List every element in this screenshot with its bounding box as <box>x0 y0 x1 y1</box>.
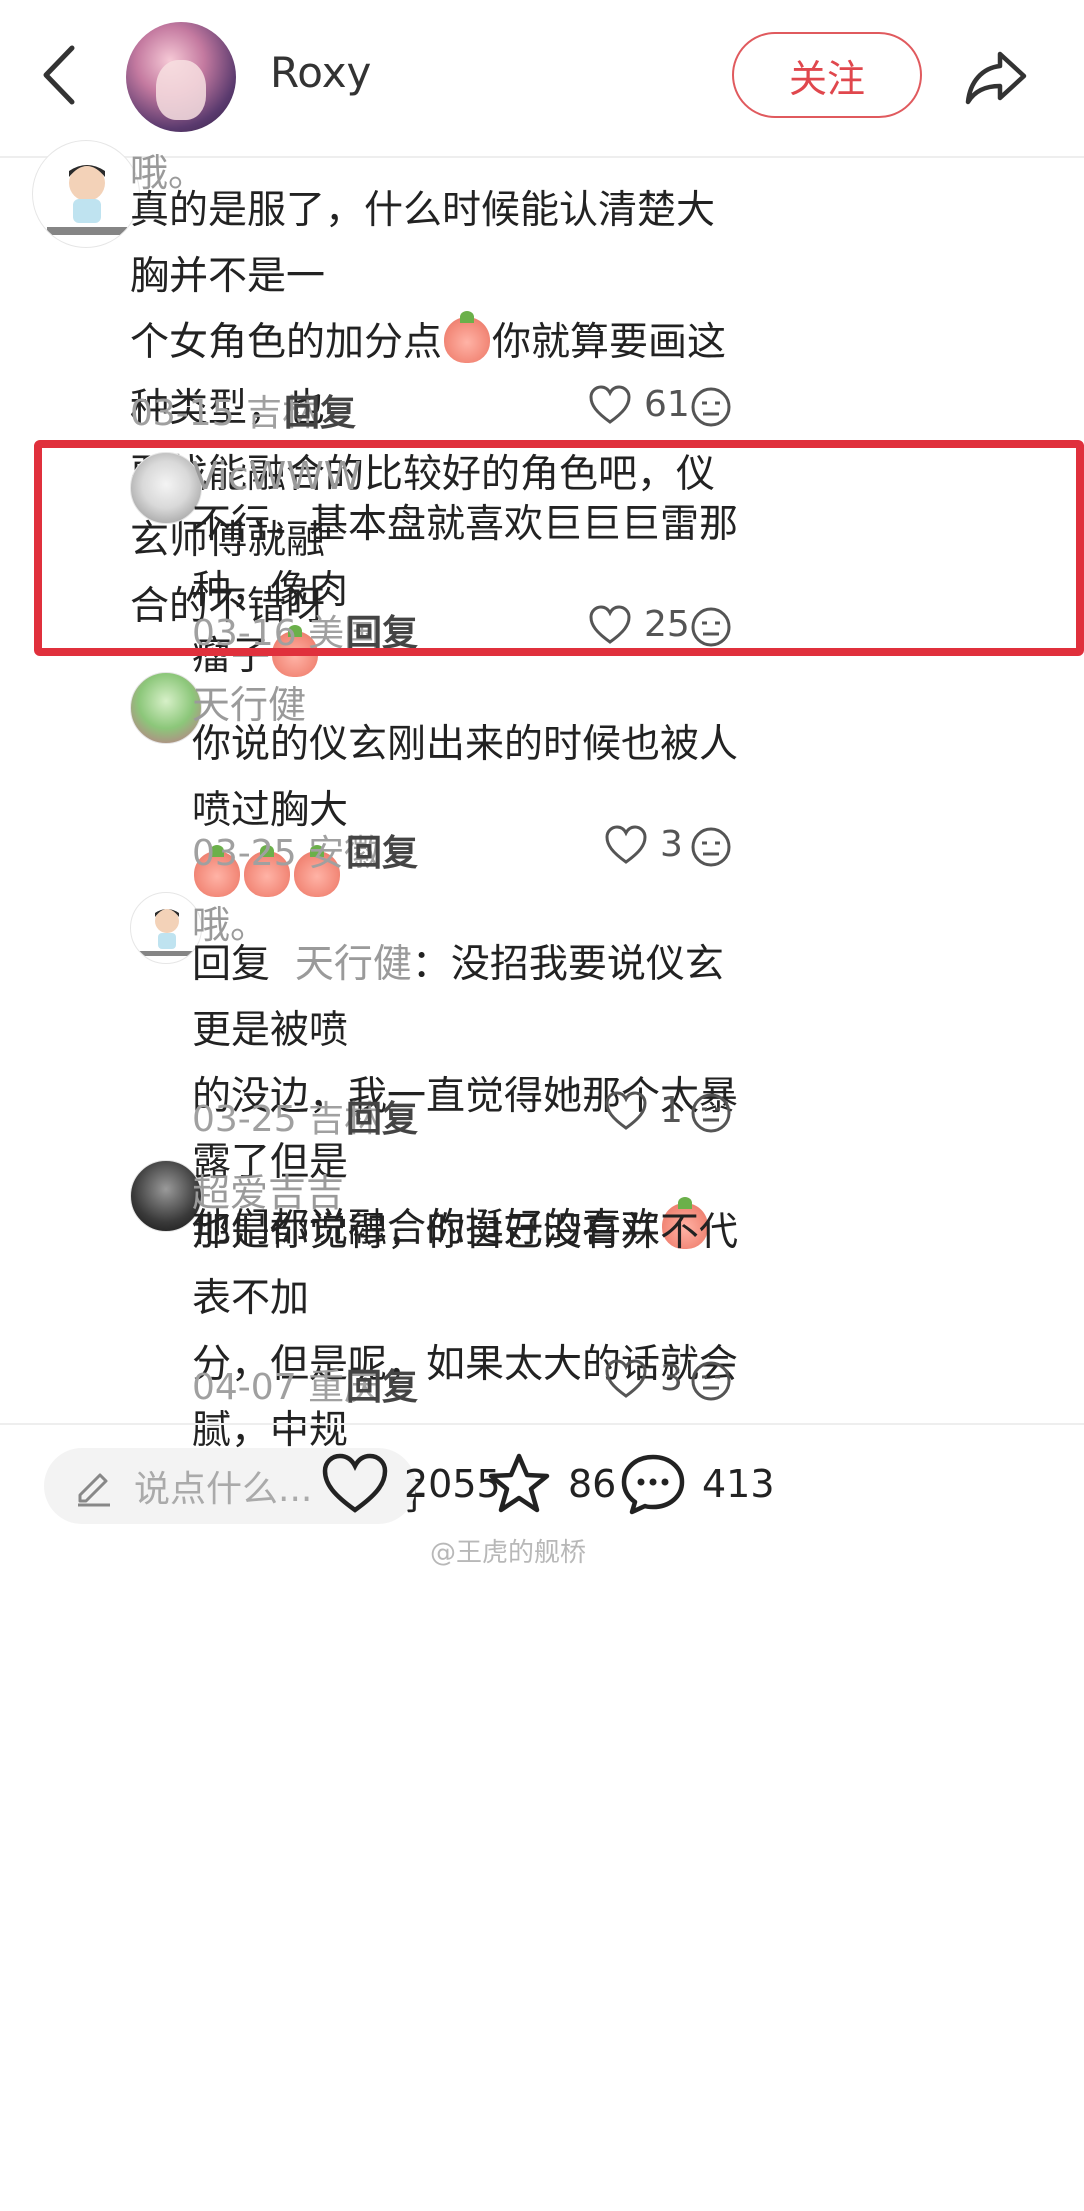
like-button[interactable]: 25 <box>588 604 690 645</box>
reply-button[interactable]: 回复 <box>346 1090 418 1142</box>
reply-button[interactable]: 回复 <box>346 1358 418 1410</box>
like-button[interactable]: 3 <box>604 824 683 865</box>
comment-line: 真的是服了，什么时候能认清楚大胸并不是一 <box>130 188 716 299</box>
comment-line-text: ：没招我要说仪玄更是被喷 <box>192 942 724 1053</box>
author-name[interactable]: Roxy <box>270 48 371 97</box>
heart-icon <box>589 604 631 644</box>
date-text: 03-25 <box>192 1099 297 1140</box>
like-count: 25 <box>644 604 690 645</box>
like-count: 61 <box>644 384 690 425</box>
like-button[interactable]: 3 <box>604 1358 683 1399</box>
comment-bubble-icon <box>621 1454 685 1515</box>
share-icon[interactable] <box>960 40 1032 112</box>
date-text: 03-15 <box>130 393 235 434</box>
follow-button[interactable]: 关注 <box>732 32 922 118</box>
heart-icon <box>605 1090 647 1130</box>
like-post-button[interactable]: 2055 <box>320 1452 501 1516</box>
date-text: 03-16 <box>192 613 297 654</box>
like-count: 1 <box>660 1090 683 1131</box>
heart-icon <box>322 1453 388 1513</box>
bottom-divider <box>0 1423 1084 1425</box>
date-text: 03-25 <box>192 833 297 874</box>
peach-emoji-icon <box>444 311 491 363</box>
top-bar: Roxy 关注 <box>0 0 1084 158</box>
reply-button[interactable]: 回复 <box>284 384 356 436</box>
comment-line-text: 个女角色的加分点 <box>130 320 443 365</box>
favorite-button[interactable]: 86 <box>484 1452 616 1516</box>
heart-icon <box>605 1358 647 1398</box>
comment-count: 413 <box>702 1462 775 1506</box>
comments-button[interactable]: 413 <box>618 1452 775 1516</box>
date-text: 04-07 <box>192 1367 297 1408</box>
comment-line: 回复 天行健：没招我要说仪玄更是被喷 <box>192 932 752 1064</box>
reply-prefix: 回复 <box>192 942 271 987</box>
watermark: @王虎的舰桥 <box>430 1538 587 1568</box>
reply-button[interactable]: 回复 <box>346 824 418 876</box>
heart-icon <box>589 384 631 424</box>
author-avatar[interactable] <box>126 22 236 132</box>
user-avatar[interactable] <box>32 140 140 248</box>
comment-text: 你说的仪玄刚出来的时候也被人喷过胸大 <box>192 712 752 910</box>
dislike-icon[interactable] <box>690 606 732 648</box>
comment-text: 不行，基本盘就喜欢巨巨巨雷那种，像肉 瘤子 <box>192 492 752 690</box>
like-button[interactable]: 61 <box>588 384 690 425</box>
reply-button[interactable]: 回复 <box>346 604 418 656</box>
heart-icon <box>605 824 647 864</box>
like-count: 3 <box>660 824 683 865</box>
back-icon[interactable] <box>38 40 82 110</box>
comment-line: 那是你觉得，你自己没有并不代表不加 <box>192 1210 739 1321</box>
dislike-icon[interactable] <box>690 1360 732 1402</box>
dislike-icon[interactable] <box>690 386 732 428</box>
dislike-icon[interactable] <box>690 826 732 868</box>
dislike-icon[interactable] <box>690 1092 732 1134</box>
pencil-icon <box>78 1473 110 1507</box>
star-icon <box>488 1453 550 1513</box>
comment-input-placeholder: 说点什么... <box>134 1469 313 1510</box>
mention-link[interactable]: 天行健 <box>295 942 412 987</box>
favorite-count: 86 <box>568 1462 617 1506</box>
like-button[interactable]: 1 <box>604 1090 683 1131</box>
like-count: 3 <box>660 1358 683 1399</box>
